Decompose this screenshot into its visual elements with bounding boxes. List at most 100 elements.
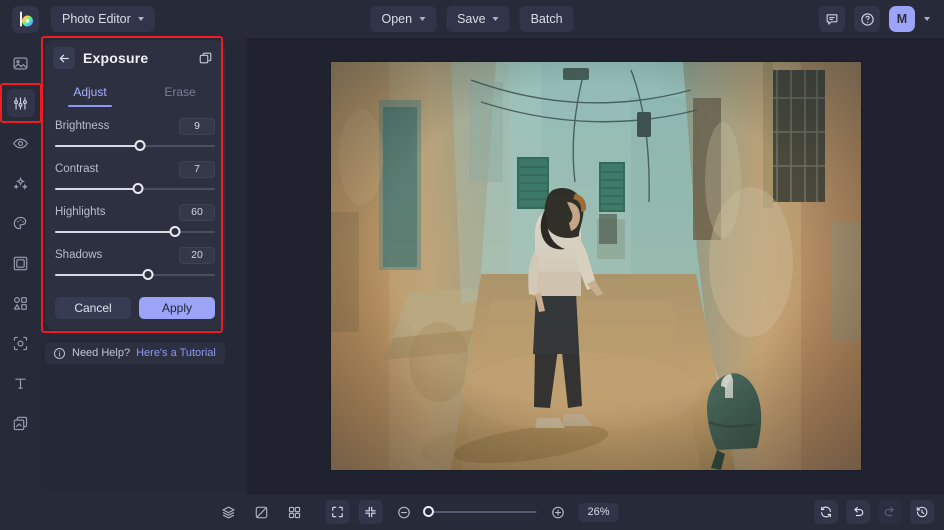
slider-fill — [55, 274, 148, 276]
top-right-actions: M — [819, 6, 936, 32]
panel-tabs: Adjust Erase — [45, 76, 225, 107]
slider-row-shadows: Shadows 20 — [55, 244, 215, 283]
slider-fill — [55, 231, 175, 233]
brand-color-wheel-logo[interactable] — [12, 5, 39, 33]
highlights-label: Highlights — [55, 206, 106, 218]
layers-button[interactable] — [216, 500, 240, 524]
brightness-slider[interactable] — [55, 138, 215, 154]
top-bar: Photo Editor Open Save Batch M — [0, 0, 944, 38]
chevron-down-icon — [137, 17, 144, 21]
grid-button[interactable] — [282, 500, 306, 524]
open-button[interactable]: Open — [370, 6, 437, 32]
contrast-value[interactable]: 7 — [179, 160, 215, 178]
sidebar-item-frame[interactable] — [7, 249, 35, 277]
bottom-bar: 26% — [0, 494, 944, 530]
batch-label: Batch — [530, 12, 563, 26]
help-prompt: Need Help? — [72, 347, 131, 359]
shadows-slider[interactable] — [55, 267, 215, 283]
popout-window-icon[interactable] — [196, 49, 214, 67]
canvas-area[interactable] — [247, 38, 944, 494]
zoom-out-button[interactable] — [392, 500, 416, 524]
tool-rail — [0, 38, 42, 494]
zoom-slider-thumb[interactable] — [423, 506, 434, 517]
sidebar-item-cutout[interactable] — [7, 329, 35, 357]
slider-label-row: Contrast 7 — [55, 158, 215, 180]
apply-label: Apply — [161, 301, 193, 315]
sidebar-item-layers[interactable] — [7, 409, 35, 437]
slider-fill — [55, 188, 139, 190]
sidebar-item-text[interactable] — [7, 369, 35, 397]
redo-button[interactable] — [878, 500, 902, 524]
help-button[interactable] — [854, 6, 880, 32]
info-circle-icon — [53, 347, 66, 359]
compare-button[interactable] — [249, 500, 273, 524]
back-button[interactable] — [53, 47, 75, 69]
slider-thumb[interactable] — [169, 226, 181, 237]
slider-label-row: Shadows 20 — [55, 244, 215, 266]
avatar[interactable]: M — [889, 6, 915, 32]
apply-button[interactable]: Apply — [139, 297, 215, 319]
sidebar-item-color[interactable] — [7, 209, 35, 237]
reset-button[interactable] — [814, 500, 838, 524]
shadows-value[interactable]: 20 — [179, 246, 215, 264]
history-button[interactable] — [910, 500, 934, 524]
workspace-body: Exposure Adjust Erase Brightness 9 Contr… — [0, 36, 944, 494]
sidebar-item-adjust[interactable] — [0, 83, 42, 123]
panel-header: Exposure — [45, 40, 225, 76]
brightness-label: Brightness — [55, 120, 110, 132]
slider-thumb[interactable] — [132, 183, 144, 194]
zoom-in-button[interactable] — [546, 500, 570, 524]
feedback-button[interactable] — [819, 6, 845, 32]
fit-screen-button[interactable] — [325, 500, 350, 524]
sidebar-item-retouch[interactable] — [7, 129, 35, 157]
tab-adjust[interactable]: Adjust — [45, 76, 135, 107]
save-button[interactable]: Save — [446, 6, 510, 32]
bottom-left-tools — [216, 500, 306, 524]
workspace-label: Photo Editor — [62, 12, 131, 26]
page-title: Exposure — [83, 50, 149, 66]
shadows-label: Shadows — [55, 249, 103, 261]
highlights-value[interactable]: 60 — [179, 203, 215, 221]
zoom-slider[interactable] — [423, 504, 537, 520]
slider-row-highlights: Highlights 60 — [55, 201, 215, 240]
help-tutorial-bar[interactable]: Need Help? Here's a Tutorial — [45, 342, 225, 364]
tab-adjust-label: Adjust — [73, 84, 107, 99]
slider-label-row: Highlights 60 — [55, 201, 215, 223]
save-label: Save — [457, 12, 486, 26]
slider-row-brightness: Brightness 9 — [55, 115, 215, 154]
sidebar-item-effects[interactable] — [7, 169, 35, 197]
cancel-button[interactable]: Cancel — [55, 297, 131, 319]
zoom-slider-track — [424, 511, 537, 513]
tab-erase[interactable]: Erase — [135, 76, 225, 107]
batch-button[interactable]: Batch — [519, 6, 574, 32]
tool-panel-column: Exposure Adjust Erase Brightness 9 Contr… — [41, 36, 247, 494]
brightness-value[interactable]: 9 — [179, 117, 215, 135]
tutorial-link[interactable]: Here's a Tutorial — [136, 347, 216, 359]
exposure-panel: Exposure Adjust Erase Brightness 9 Contr… — [45, 40, 225, 330]
contrast-slider[interactable] — [55, 181, 215, 197]
undo-button[interactable] — [846, 500, 870, 524]
top-center-actions: Open Save Batch — [370, 6, 574, 32]
workspace-switcher[interactable]: Photo Editor — [51, 6, 155, 32]
highlights-slider[interactable] — [55, 224, 215, 240]
slider-row-contrast: Contrast 7 — [55, 158, 215, 197]
slider-thumb[interactable] — [134, 140, 146, 151]
account-chevron-down-icon[interactable] — [924, 17, 930, 21]
actual-size-button[interactable] — [358, 500, 383, 524]
sidebar-item-image[interactable] — [7, 49, 35, 77]
bottom-right-tools — [814, 500, 934, 524]
bottom-center-tools: 26% — [325, 500, 619, 524]
slider-fill — [55, 145, 140, 147]
panel-actions: Cancel Apply — [45, 291, 225, 330]
chevron-down-icon — [492, 17, 499, 21]
photo-canvas[interactable] — [330, 62, 861, 470]
open-label: Open — [381, 12, 413, 26]
photo-image — [330, 62, 861, 470]
chevron-down-icon — [419, 17, 426, 21]
sidebar-item-shapes[interactable] — [7, 289, 35, 317]
zoom-level-value[interactable]: 26% — [578, 502, 619, 522]
contrast-label: Contrast — [55, 163, 99, 175]
adjustment-sliders: Brightness 9 Contrast 7 Highlights 60 Sh… — [45, 107, 225, 291]
app-root: Photo Editor Open Save Batch M Exposure … — [0, 0, 944, 530]
slider-thumb[interactable] — [142, 269, 154, 280]
